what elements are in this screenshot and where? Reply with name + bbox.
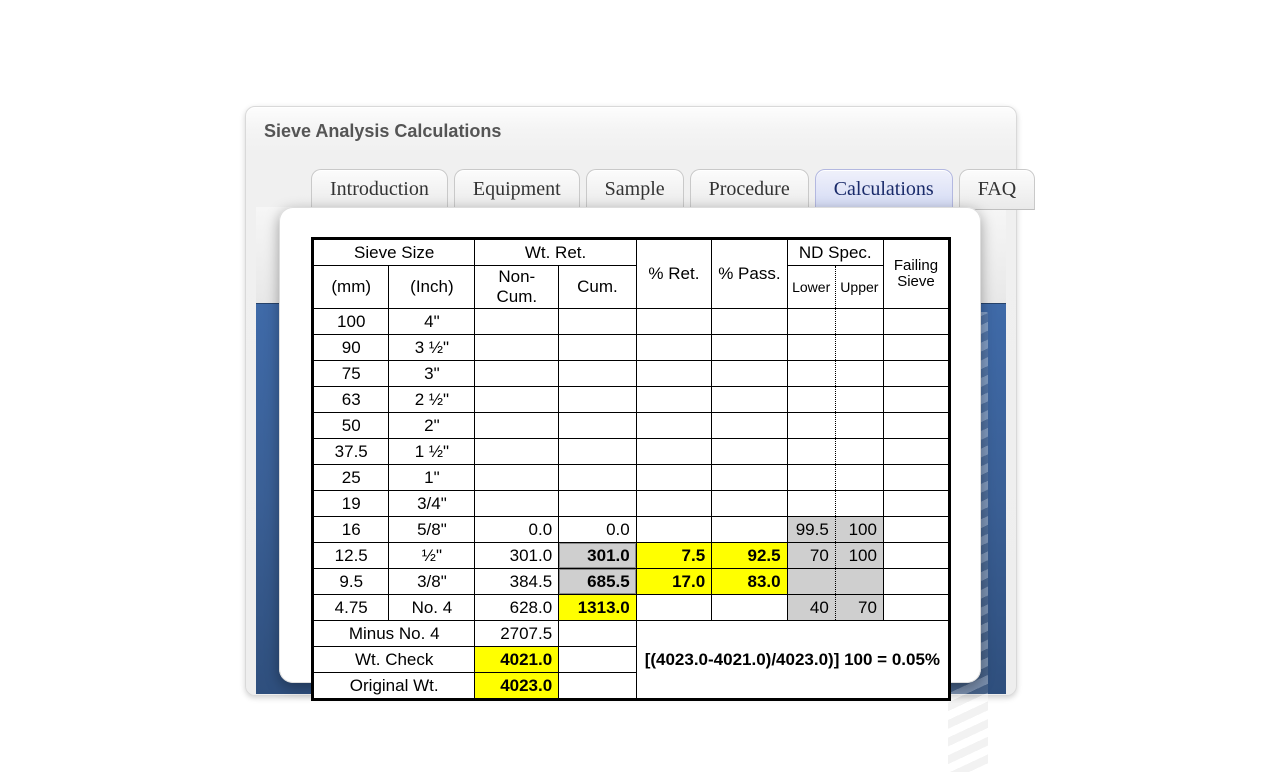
cell-mm: 25 [314,465,389,491]
cell-noncum: 0.0 [475,517,559,543]
cell-upper: 70 [835,595,883,621]
minus-no4-value: 2707.5 [475,621,559,647]
table-row: 19 3/4" [314,491,949,517]
cell-ret: 17.0 [636,569,711,595]
cell-mm: 12.5 [314,543,389,569]
formula-cell: [(4023.0-4021.0)/4023.0)] 100 = 0.05% [636,621,948,699]
hdr-sieve-size: Sieve Size [314,240,475,266]
cell-mm: 63 [314,387,389,413]
table-row: 12.5 ½" 301.0 301.0 7.5 92.5 70 100 [314,543,949,569]
table-row: 90 3 ½" [314,335,949,361]
cell-cum: 0.0 [559,517,637,543]
cell-inch: ½" [389,543,475,569]
cell-lower: 70 [787,543,835,569]
orig-wt-value: 4023.0 [475,673,559,699]
hdr-noncum: Non-Cum. [475,266,559,309]
cell-cum: 685.5 [559,569,637,595]
cell-pass: 92.5 [712,543,787,569]
hdr-nd-spec: ND Spec. [787,240,883,266]
cell-mm: 90 [314,335,389,361]
tab-procedure[interactable]: Procedure [690,169,809,210]
table-row: 25 1" [314,465,949,491]
cell-mm: 37.5 [314,439,389,465]
cell-mm: 50 [314,413,389,439]
hdr-upper: Upper [835,266,883,309]
hdr-lower: Lower [787,266,835,309]
cell-mm: 4.75 [314,595,389,621]
cell-pass: 83.0 [712,569,787,595]
table-row: 4.75 No. 4 628.0 1313.0 40 70 [314,595,949,621]
cell-inch: 2 ½" [389,387,475,413]
table-row: 63 2 ½" [314,387,949,413]
tab-sample[interactable]: Sample [586,169,684,210]
content-card: Sieve Size Wt. Ret. % Ret. % Pass. ND Sp… [279,207,981,683]
cell-noncum: 384.5 [475,569,559,595]
cell-inch: 4" [389,309,475,335]
cell-cum: 1313.0 [559,595,637,621]
table-row: 75 3" [314,361,949,387]
cell-inch: 3" [389,361,475,387]
tab-faq[interactable]: FAQ [959,169,1036,210]
table-row: 9.5 3/8" 384.5 685.5 17.0 83.0 [314,569,949,595]
wt-check-value: 4021.0 [475,647,559,673]
hdr-pct-pass: % Pass. [712,240,787,309]
orig-wt-label: Original Wt. [314,673,475,699]
app-panel: Sieve Analysis Calculations Introduction… [245,106,1017,696]
cell-inch: 5/8" [389,517,475,543]
hdr-wt-ret: Wt. Ret. [475,240,636,266]
hdr-failing: Failing Sieve [883,240,948,309]
hdr-pct-ret: % Ret. [636,240,711,309]
table-header-row: Sieve Size Wt. Ret. % Ret. % Pass. ND Sp… [314,240,949,266]
table-row: 37.5 1 ½" [314,439,949,465]
cell-inch: 1 ½" [389,439,475,465]
cell-mm: 9.5 [314,569,389,595]
cell-noncum: 301.0 [475,543,559,569]
row-minus-no4: Minus No. 4 2707.5 [(4023.0-4021.0)/4023… [314,621,949,647]
cell-ret: 7.5 [636,543,711,569]
cell-upper: 100 [835,543,883,569]
hdr-mm: (mm) [314,266,389,309]
cell-upper: 100 [835,517,883,543]
cell-lower: 40 [787,595,835,621]
cell-mm: 100 [314,309,389,335]
hdr-cum: Cum. [559,266,637,309]
tab-introduction[interactable]: Introduction [311,169,448,210]
cell-inch: 1" [389,465,475,491]
cell-inch: 2" [389,413,475,439]
cell-mm: 19 [314,491,389,517]
hdr-inch: (Inch) [389,266,475,309]
cell-mm: 75 [314,361,389,387]
table-row: 50 2" [314,413,949,439]
sieve-table: Sieve Size Wt. Ret. % Ret. % Pass. ND Sp… [311,237,951,701]
tab-calculations[interactable]: Calculations [815,169,953,210]
cell-lower: 99.5 [787,517,835,543]
cell-inch: No. 4 [389,595,475,621]
cell-noncum: 628.0 [475,595,559,621]
tab-bar: Introduction Equipment Sample Procedure … [311,169,1035,210]
table-row: 16 5/8" 0.0 0.0 99.5 100 [314,517,949,543]
table-row: 100 4" [314,309,949,335]
table-subheader-row: (mm) (Inch) Non-Cum. Cum. Lower Upper [314,266,949,309]
cell-inch: 3 ½" [389,335,475,361]
page-title: Sieve Analysis Calculations [264,121,501,142]
cell-mm: 16 [314,517,389,543]
cell-inch: 3/4" [389,491,475,517]
cell-cum: 301.0 [559,543,637,569]
wt-check-label: Wt. Check [314,647,475,673]
minus-no4-label: Minus No. 4 [314,621,475,647]
tab-equipment[interactable]: Equipment [454,169,580,210]
cell-inch: 3/8" [389,569,475,595]
